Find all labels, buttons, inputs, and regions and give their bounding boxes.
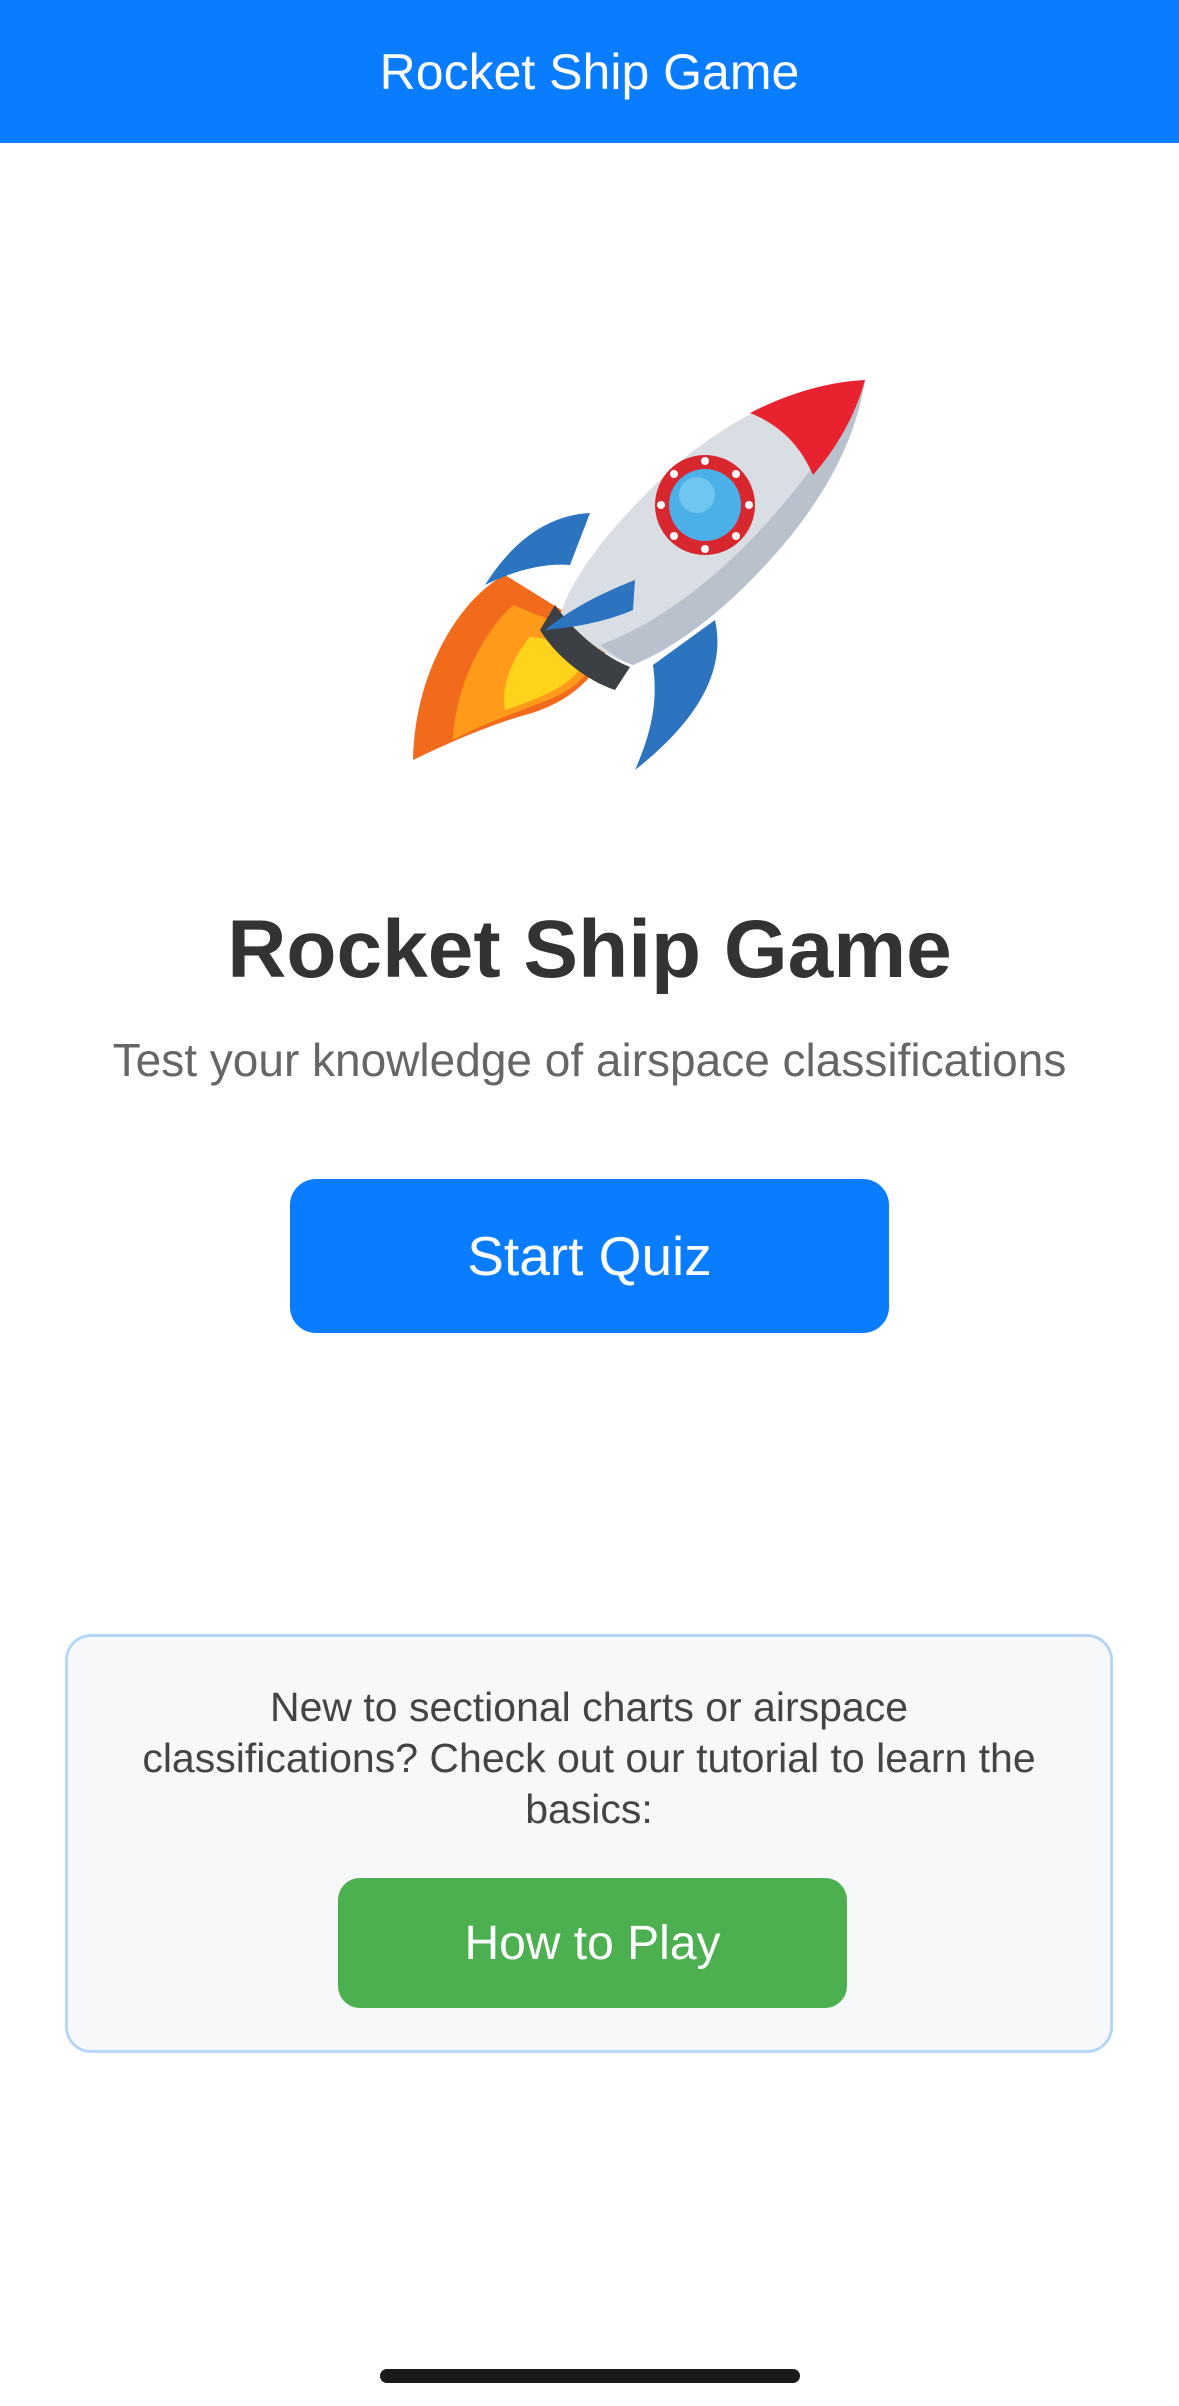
how-to-play-label: How to Play [464, 1916, 721, 1970]
navigation-bar: Rocket Ship Game [0, 0, 1179, 143]
rocket-icon [413, 380, 865, 770]
start-quiz-button[interactable]: Start Quiz [290, 1179, 889, 1333]
page-subtitle: Test your knowledge of airspace classifi… [112, 1034, 1067, 1086]
home-indicator[interactable] [380, 2369, 800, 2383]
page-title: Rocket Ship Game [227, 904, 952, 995]
start-quiz-label: Start Quiz [467, 1225, 712, 1287]
how-to-play-button[interactable]: How to Play [338, 1878, 847, 2008]
tutorial-card: New to sectional charts or airspace clas… [65, 1634, 1113, 2053]
nav-title: Rocket Ship Game [379, 43, 800, 100]
tutorial-text: New to sectional charts or airspace clas… [142, 1684, 1036, 1832]
